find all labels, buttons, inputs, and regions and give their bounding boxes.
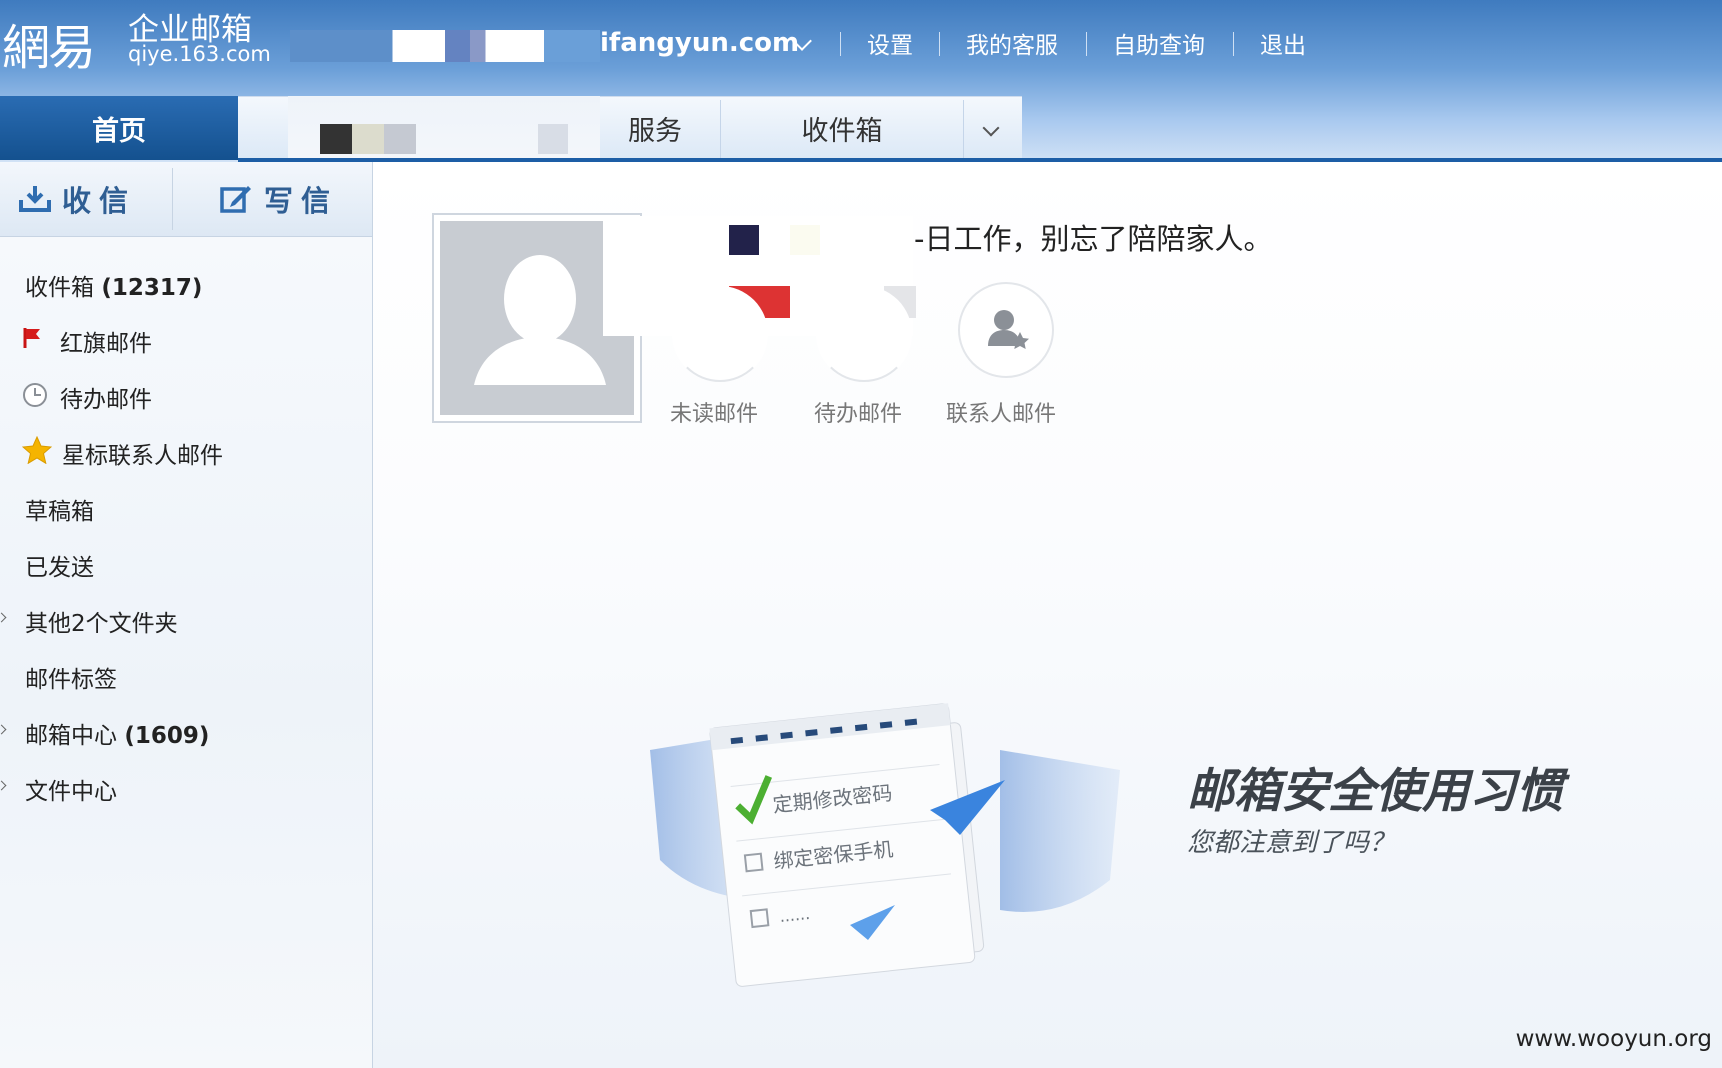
logout-link[interactable]: 退出	[1260, 26, 1306, 60]
redaction-block	[384, 124, 416, 154]
divider	[840, 32, 841, 56]
receive-button[interactable]: 收信	[18, 162, 136, 236]
download-icon	[19, 186, 51, 212]
star-icon	[22, 436, 52, 464]
unread-mail-circle[interactable]	[672, 286, 768, 382]
edit-icon	[220, 186, 251, 213]
sidebar-item-inbox[interactable]: 收件箱 (12317)	[25, 268, 202, 302]
sidebar-item-todo[interactable]: 待办邮件	[22, 380, 152, 414]
red-flag-icon	[23, 328, 40, 348]
sidebar-item-red-flag[interactable]: 红旗邮件	[22, 324, 152, 358]
sidebar-item-drafts[interactable]: 草稿箱	[25, 492, 94, 526]
clock-icon	[23, 383, 47, 407]
netease-logo[interactable]: 網易 企业邮箱 qiye.163.com	[0, 0, 290, 96]
redaction-block	[352, 124, 384, 154]
self-service-link[interactable]: 自助查询	[1113, 26, 1205, 60]
sidebar-item-other-folders[interactable]: 其他2个文件夹	[25, 604, 178, 638]
divider	[1233, 32, 1234, 56]
contact-mail-circle[interactable]	[958, 282, 1054, 378]
sidebar-item-label: 星标联系人邮件	[62, 443, 223, 469]
unread-count: (1609)	[124, 723, 210, 749]
expand-arrow-icon[interactable]	[0, 780, 7, 791]
security-banner-illustration: 定期修改密码 绑定密保手机 ......	[650, 703, 1120, 987]
watermark: www.wooyun.org	[1515, 1026, 1712, 1052]
checklist-item-3: ......	[778, 904, 810, 926]
logo-mark: 網易	[2, 20, 96, 76]
compose-bar: 收信 写信	[0, 162, 372, 237]
account-domain[interactable]: ifangyun.com	[600, 28, 799, 58]
tab-services[interactable]: 服务	[590, 96, 720, 160]
tab-inbox[interactable]: 收件箱	[721, 96, 963, 160]
expand-arrow-icon[interactable]	[0, 612, 7, 623]
divider	[1086, 32, 1087, 56]
todo-mail-label[interactable]: 待办邮件	[814, 396, 902, 428]
sidebar-item-labels[interactable]: 邮件标签	[25, 660, 117, 694]
compose-button[interactable]: 写信	[220, 162, 338, 236]
divider	[963, 100, 964, 158]
sidebar-item-sent[interactable]: 已发送	[25, 548, 94, 582]
redacted-account	[290, 30, 600, 62]
security-banner-title[interactable]: 邮箱安全使用习惯	[1187, 752, 1563, 821]
todo-mail-circle[interactable]	[816, 286, 912, 382]
sidebar-item-label: 待办邮件	[60, 387, 152, 413]
unread-count: (12317)	[101, 275, 203, 301]
sidebar-item-label: 收件箱	[25, 275, 102, 301]
logo-domain: qiye.163.com	[128, 42, 271, 66]
unread-mail-label[interactable]: 未读邮件	[670, 396, 758, 428]
receive-label: 收信	[62, 184, 137, 218]
contact-mail-label[interactable]: 联系人邮件	[946, 396, 1056, 428]
redaction-block	[790, 225, 820, 255]
customer-service-link[interactable]: 我的客服	[966, 26, 1058, 60]
sidebar-item-mail-center[interactable]: 邮箱中心 (1609)	[25, 716, 209, 750]
sidebar-item-file-center[interactable]: 文件中心	[25, 772, 117, 806]
shield-right-shape	[1000, 750, 1120, 912]
redaction-block	[538, 124, 568, 154]
contact-star-icon	[988, 310, 1029, 349]
redaction-block	[320, 124, 352, 154]
settings-link[interactable]: 设置	[867, 26, 913, 60]
expand-arrow-icon[interactable]	[0, 724, 7, 735]
security-banner-subtitle: 您都注意到了吗？	[1187, 828, 1396, 858]
sidebar-item-label: 红旗邮件	[60, 331, 152, 357]
sidebar-item-starred-contacts[interactable]: 星标联系人邮件	[22, 436, 223, 470]
sidebar: 收信 写信 收件箱 (12317) 红旗邮件 待办邮件 星标联系人邮件 草稿箱 …	[0, 162, 373, 1068]
tab-home[interactable]: 首页	[0, 96, 238, 160]
greeting-text: -日工作，别忘了陪陪家人。	[914, 222, 1273, 256]
divider	[939, 32, 940, 56]
compose-label: 写信	[264, 184, 339, 218]
sidebar-item-label: 邮箱中心	[25, 723, 125, 749]
divider	[172, 168, 173, 230]
redaction-block	[729, 225, 759, 255]
